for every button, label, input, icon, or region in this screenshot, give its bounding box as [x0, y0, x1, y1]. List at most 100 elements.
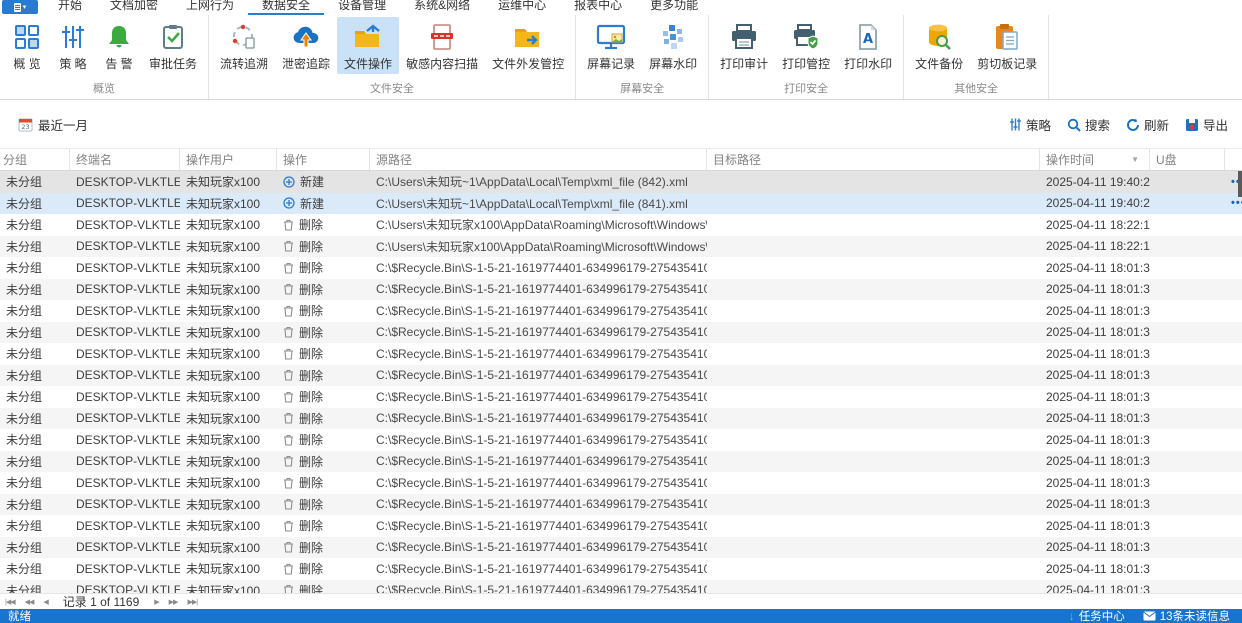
column-header-source-path[interactable]: 源路径 [370, 149, 707, 170]
table-row[interactable]: 未分组 DESKTOP-VLKTLE1 未知玩家x100 删除 C:\$Recy… [0, 278, 1242, 300]
tab-doc-encrypt[interactable]: 文档加密 [96, 0, 172, 15]
approval-tasks-button[interactable]: 审批任务 [142, 17, 204, 74]
prev-page-button[interactable]: ◀ [38, 598, 52, 606]
prev-fast-button[interactable]: ◀◀ [20, 598, 39, 606]
file-backup-button[interactable]: 文件备份 [908, 17, 970, 74]
print-audit-button[interactable]: 打印审计 [713, 17, 775, 74]
cell-group: 未分组 [6, 433, 43, 448]
file-operations-button[interactable]: 文件操作 [337, 17, 400, 74]
cell-source-path: C:\$Recycle.Bin\S-1-5-21-1619774401-6349… [376, 583, 707, 593]
file-outgoing-control-button[interactable]: 文件外发管控 [485, 17, 571, 74]
unread-messages-button[interactable]: 13条未读信息 [1142, 608, 1230, 623]
trash-icon [283, 240, 294, 252]
next-page-button[interactable]: ▶ [149, 598, 163, 606]
column-header-terminal[interactable]: 终端名 [70, 149, 180, 170]
bell-icon [104, 21, 134, 53]
table-row[interactable]: 未分组 DESKTOP-VLKTLE1 未知玩家x100 删除 C:\$Recy… [0, 386, 1242, 408]
column-header-group[interactable]: 分组 [0, 149, 70, 170]
cell-group: 未分组 [6, 540, 43, 555]
screen-record-button[interactable]: 屏幕记录 [580, 17, 642, 74]
calendar-icon: 23 [18, 117, 33, 132]
tab-more-features[interactable]: 更多功能 [636, 0, 712, 15]
policy-button[interactable]: 策 略 [50, 17, 96, 74]
table-row[interactable]: 未分组 DESKTOP-VLKTLE1 未知玩家x100 删除 C:\$Recy… [0, 300, 1242, 322]
trash-icon [283, 283, 294, 295]
table-row[interactable]: 未分组 DESKTOP-VLKTLE1 未知玩家x100 删除 C:\$Recy… [0, 558, 1242, 580]
table-row[interactable]: 未分组 DESKTOP-VLKTLE1 未知玩家x100 删除 C:\$Recy… [0, 257, 1242, 279]
sliders-small-icon [1009, 118, 1022, 131]
date-range-filter[interactable]: 23 最近一月 [18, 115, 88, 134]
cell-terminal: DESKTOP-VLKTLE1 [76, 540, 180, 555]
scrollbar-thumb[interactable] [1238, 171, 1242, 197]
screen-record-label: 屏幕记录 [587, 57, 636, 71]
first-page-button[interactable]: |◀◀ [0, 598, 20, 606]
table-row[interactable]: 未分组 DESKTOP-VLKTLE1 未知玩家x100 删除 C:\$Recy… [0, 536, 1242, 558]
cell-user: 未知玩家x100 [186, 347, 261, 362]
screen-watermark-button[interactable]: 屏幕水印 [642, 17, 704, 74]
table-row[interactable]: 未分组 DESKTOP-VLKTLE1 未知玩家x100 删除 C:\$Recy… [0, 343, 1242, 365]
table-row[interactable]: 未分组 DESKTOP-VLKTLE1 未知玩家x100 删除 C:\$Recy… [0, 579, 1242, 593]
task-center-button[interactable]: ↓ 任务中心 [1069, 608, 1125, 623]
column-header-target-path[interactable]: 目标路径 [707, 149, 1040, 170]
cell-terminal: DESKTOP-VLKTLE1 [76, 217, 180, 232]
tab-report-center[interactable]: 报表中心 [560, 0, 636, 15]
table-row[interactable]: 未分组 DESKTOP-VLKTLE1 未知玩家x100 删除 C:\$Recy… [0, 450, 1242, 472]
cell-terminal: DESKTOP-VLKTLE1 [76, 389, 180, 404]
table-row[interactable]: 未分组 DESKTOP-VLKTLE1 未知玩家x100 删除 C:\$Recy… [0, 515, 1242, 537]
table-row[interactable]: 未分组 DESKTOP-VLKTLE1 未知玩家x100 删除 C:\$Recy… [0, 321, 1242, 343]
overview-button[interactable]: 概 览 [4, 17, 50, 74]
export-button[interactable]: 导出 [1185, 115, 1228, 134]
tab-web-behavior[interactable]: 上网行为 [172, 0, 248, 15]
cell-operation: 删除 [277, 238, 370, 255]
cell-group: 未分组 [6, 347, 43, 362]
column-header-user[interactable]: 操作用户 [180, 149, 277, 170]
trash-icon [283, 498, 294, 510]
app-menu-button[interactable]: ▾ [2, 0, 38, 14]
table-row[interactable]: 未分组 DESKTOP-VLKTLE1 未知玩家x100 删除 C:\$Recy… [0, 429, 1242, 451]
cell-source-path: C:\$Recycle.Bin\S-1-5-21-1619774401-6349… [376, 497, 707, 512]
cell-operation: 删除 [277, 474, 370, 491]
clipboard-record-button[interactable]: 剪切板记录 [970, 17, 1044, 74]
last-page-button[interactable]: ▶▶| [182, 598, 202, 606]
print-control-button[interactable]: 打印管控 [775, 17, 837, 74]
cell-group: 未分组 [6, 411, 43, 426]
trash-icon [283, 348, 294, 360]
flow-trace-label: 流转追溯 [220, 57, 269, 71]
leak-trace-button[interactable]: 泄密追踪 [275, 17, 337, 74]
mosaic-icon [658, 21, 688, 53]
tab-data-security[interactable]: 数据安全 [248, 0, 325, 15]
cell-terminal: DESKTOP-VLKTLE1 [76, 561, 180, 576]
sensitive-scan-button[interactable]: 敏感内容扫描 [399, 17, 485, 74]
table-row[interactable]: 未分组 DESKTOP-VLKTLE1 未知玩家x100 删除 C:\$Recy… [0, 493, 1242, 515]
column-header-time[interactable]: 操作时间 ▼ [1040, 149, 1150, 170]
tab-system-network[interactable]: 系统&网络 [400, 0, 484, 15]
export-label: 导出 [1202, 119, 1228, 133]
policy-action-button[interactable]: 策略 [1009, 115, 1051, 134]
table-row[interactable]: 未分组 DESKTOP-VLKTLE1 未知玩家x100 删除 C:\Users… [0, 214, 1242, 236]
tab-ops-center[interactable]: 运维中心 [484, 0, 560, 15]
table-row[interactable]: 未分组 DESKTOP-VLKTLE1 未知玩家x100 新建 C:\Users… [0, 171, 1242, 193]
cell-source-path: C:\$Recycle.Bin\S-1-5-21-1619774401-6349… [376, 518, 707, 533]
cell-user: 未知玩家x100 [186, 196, 261, 211]
tab-device-mgmt[interactable]: 设备管理 [324, 0, 400, 15]
search-button[interactable]: 搜索 [1067, 115, 1110, 134]
column-header-usb[interactable]: U盘 [1150, 149, 1225, 170]
record-navigator: |◀◀ ◀◀ ◀ 记录 1 of 1169 ▶ ▶▶ ▶▶| [0, 593, 1242, 609]
ribbon-group-label: 打印安全 [784, 83, 829, 95]
table-row[interactable]: 未分组 DESKTOP-VLKTLE1 未知玩家x100 删除 C:\$Recy… [0, 472, 1242, 494]
flow-trace-button[interactable]: 流转追溯 [213, 17, 275, 74]
filter-dropdown-icon[interactable]: ▼ [1131, 155, 1143, 164]
table-row[interactable]: 未分组 DESKTOP-VLKTLE1 未知玩家x100 新建 C:\Users… [0, 192, 1242, 214]
refresh-button[interactable]: 刷新 [1126, 115, 1169, 134]
cell-group: 未分组 [6, 519, 43, 534]
vertical-scrollbar[interactable] [1238, 171, 1242, 593]
table-row[interactable]: 未分组 DESKTOP-VLKTLE1 未知玩家x100 删除 C:\Users… [0, 235, 1242, 257]
cell-user: 未知玩家x100 [186, 261, 261, 276]
table-row[interactable]: 未分组 DESKTOP-VLKTLE1 未知玩家x100 删除 C:\$Recy… [0, 407, 1242, 429]
table-row[interactable]: 未分组 DESKTOP-VLKTLE1 未知玩家x100 删除 C:\$Recy… [0, 364, 1242, 386]
print-watermark-button[interactable]: A 打印水印 [837, 17, 899, 74]
column-header-operation[interactable]: 操作 [277, 149, 370, 170]
alert-button[interactable]: 告 警 [96, 17, 142, 74]
next-fast-button[interactable]: ▶▶ [164, 598, 183, 606]
tab-home[interactable]: 开始 [44, 0, 96, 15]
